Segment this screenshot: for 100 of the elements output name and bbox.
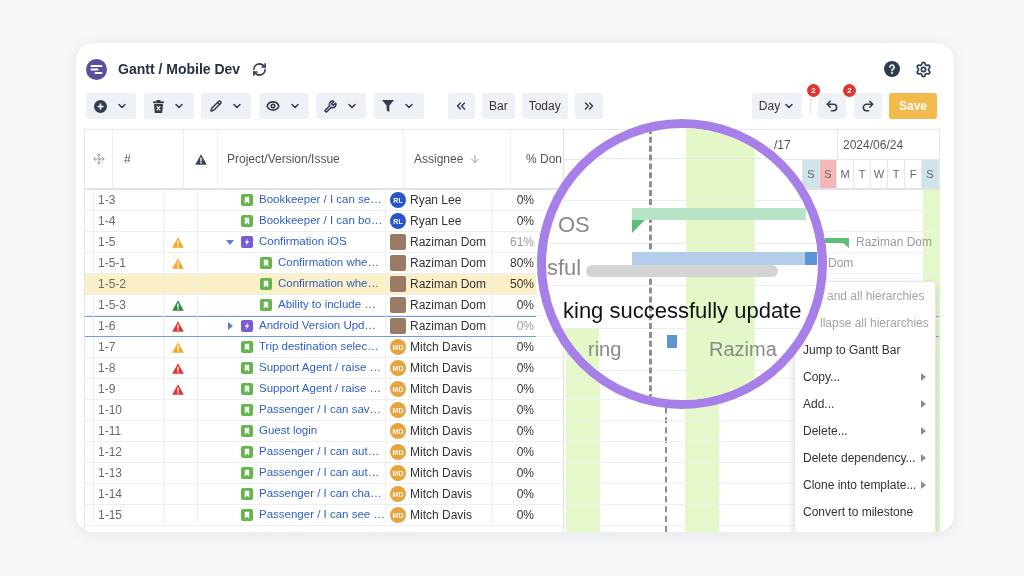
drag-handle-icon[interactable]: [92, 153, 105, 165]
filter-menu-button[interactable]: [373, 93, 424, 119]
assignee-name: Mitch Davis: [410, 507, 472, 524]
issue-link[interactable]: Passenger / I can aut…: [259, 443, 380, 461]
bookmark-icon: [241, 404, 253, 416]
table-row[interactable]: 1-5-1 Confirmation whe… Raziman Dom 80%: [85, 253, 536, 274]
issue-key: 1-4: [98, 212, 116, 230]
settings-icon[interactable]: [915, 60, 932, 78]
issue-link[interactable]: Passenger / I can aut…: [259, 464, 380, 482]
day-header-cell: W: [871, 160, 888, 188]
issue-link[interactable]: Trip destination selec…: [259, 338, 379, 356]
redo-icon: [861, 99, 875, 113]
issue-link[interactable]: Passenger / I can cha…: [259, 485, 382, 503]
menu-item[interactable]: Convert to milestone: [795, 498, 935, 525]
delete-menu-button[interactable]: [143, 93, 194, 119]
issue-link[interactable]: Passenger / I can see …: [259, 506, 385, 524]
issue-key: 1-15: [98, 506, 123, 524]
percent-done: 0%: [516, 402, 534, 419]
issue-link[interactable]: Bookkeeper / I can se…: [259, 191, 382, 209]
table-row[interactable]: 1-5-2 Confirmation whe… Raziman Dom 50%: [85, 274, 536, 295]
avatar-photo-placeholder: [390, 234, 406, 250]
assignee-name: Raziman Dom: [410, 318, 487, 335]
caret-down-icon[interactable]: [226, 239, 234, 245]
scroll-back-button[interactable]: [447, 93, 475, 119]
assignee-name: Mitch Davis: [410, 486, 472, 503]
percent-done: 0%: [516, 381, 534, 398]
magnified-bar-label: ring: [588, 338, 622, 360]
nav-button[interactable]: Bar: [481, 93, 515, 119]
help-icon[interactable]: [884, 61, 900, 77]
sort-arrow-icon: [469, 153, 482, 165]
undo-button[interactable]: [818, 93, 846, 119]
bookmark-icon: [241, 194, 253, 206]
column-header[interactable]: #: [124, 150, 131, 168]
caret-right-icon[interactable]: [227, 322, 233, 330]
day-header-cell: S: [803, 160, 820, 188]
avatar-photo-placeholder: [390, 255, 406, 271]
assignee-name: Raziman Dom: [410, 276, 487, 293]
issue-link[interactable]: Confirmation iOS: [259, 233, 347, 251]
scroll-forward-button[interactable]: [574, 93, 603, 119]
issue-link[interactable]: Support Agent / raise …: [259, 359, 382, 377]
avatar-photo-placeholder: [390, 276, 406, 292]
column-header[interactable]: Project/Version/Issue: [227, 150, 340, 168]
nav-button[interactable]: Today: [521, 93, 568, 119]
redo-button[interactable]: [854, 93, 882, 119]
menu-item[interactable]: Clone into template...: [795, 471, 935, 498]
issue-key: 1-12: [98, 443, 123, 461]
view-menu-button[interactable]: [258, 93, 309, 119]
submenu-caret-icon: [921, 480, 926, 489]
bookmark-icon: [241, 488, 253, 500]
issue-link[interactable]: Android Version Upd…: [259, 317, 376, 335]
warning-icon: [194, 153, 207, 165]
percent-done: 0%: [516, 444, 534, 461]
issue-key: 1-14: [98, 485, 123, 503]
column-header[interactable]: Assignee: [414, 150, 482, 168]
table-row[interactable]: 1-5-3 Ability to include … Raziman Dom 0%: [85, 295, 536, 316]
add-menu-button[interactable]: [86, 93, 136, 119]
bookmark-icon: [241, 362, 253, 374]
assignee-name: Mitch Davis: [410, 465, 472, 482]
bookmark-icon: [241, 341, 253, 353]
percent-done: 0%: [516, 486, 534, 503]
submenu-caret-icon: [921, 372, 926, 381]
issue-key: 1-10: [98, 401, 123, 419]
week-label: 2024/06/24: [843, 136, 904, 154]
issue-key: 1-5-1: [98, 254, 126, 272]
bookmark-icon: [241, 425, 253, 437]
issue-key: 1-13: [98, 464, 123, 482]
day-header-cell: S: [820, 160, 837, 188]
edit-menu-button[interactable]: [201, 93, 252, 119]
issue-link[interactable]: Ability to include …: [278, 296, 376, 314]
issue-link[interactable]: Bookkeeper / I can bo…: [259, 212, 383, 230]
percent-done: 0%: [516, 318, 534, 335]
issue-key: 1-11: [98, 422, 122, 440]
issue-link[interactable]: Support Agent / raise …: [259, 380, 382, 398]
table-row[interactable]: 1-5 Confirmation iOS Raziman Dom 61%: [85, 232, 536, 253]
issue-link[interactable]: Confirmation whe…: [278, 275, 379, 293]
tools-menu-button[interactable]: [316, 93, 367, 119]
bookmark-icon: [241, 446, 253, 458]
magnified-bar-label: OS: [558, 213, 590, 237]
scale-select[interactable]: Day: [752, 93, 802, 119]
issue-link[interactable]: Confirmation whe…: [278, 254, 379, 272]
issue-key: 1-5: [98, 233, 116, 251]
menu-item[interactable]: Delete dependency...: [795, 444, 935, 471]
issue-link[interactable]: Passenger / I can sav…: [259, 401, 382, 419]
table-row[interactable]: 1-6 Android Version Upd… Raziman Dom 0%: [85, 316, 536, 337]
magnified-bar-label: sful: [547, 256, 582, 280]
avatar-photo-placeholder: [390, 318, 406, 334]
count-badge: 2: [807, 84, 820, 97]
trash-icon: [152, 99, 164, 113]
percent-done: 0%: [516, 213, 534, 230]
avatar-photo-placeholder: [390, 297, 406, 313]
issue-link[interactable]: Guest login: [259, 422, 318, 440]
issue-key: 1-5-2: [98, 275, 126, 293]
bookmark-icon: [260, 257, 272, 269]
app-logo-icon: [86, 58, 107, 80]
percent-done: 0%: [516, 339, 534, 356]
refresh-icon[interactable]: [252, 61, 268, 77]
bookmark-icon: [260, 278, 272, 290]
pencil-icon: [209, 100, 222, 112]
lightning-icon: [241, 320, 253, 332]
menu-item[interactable]: Delete...: [795, 417, 935, 444]
